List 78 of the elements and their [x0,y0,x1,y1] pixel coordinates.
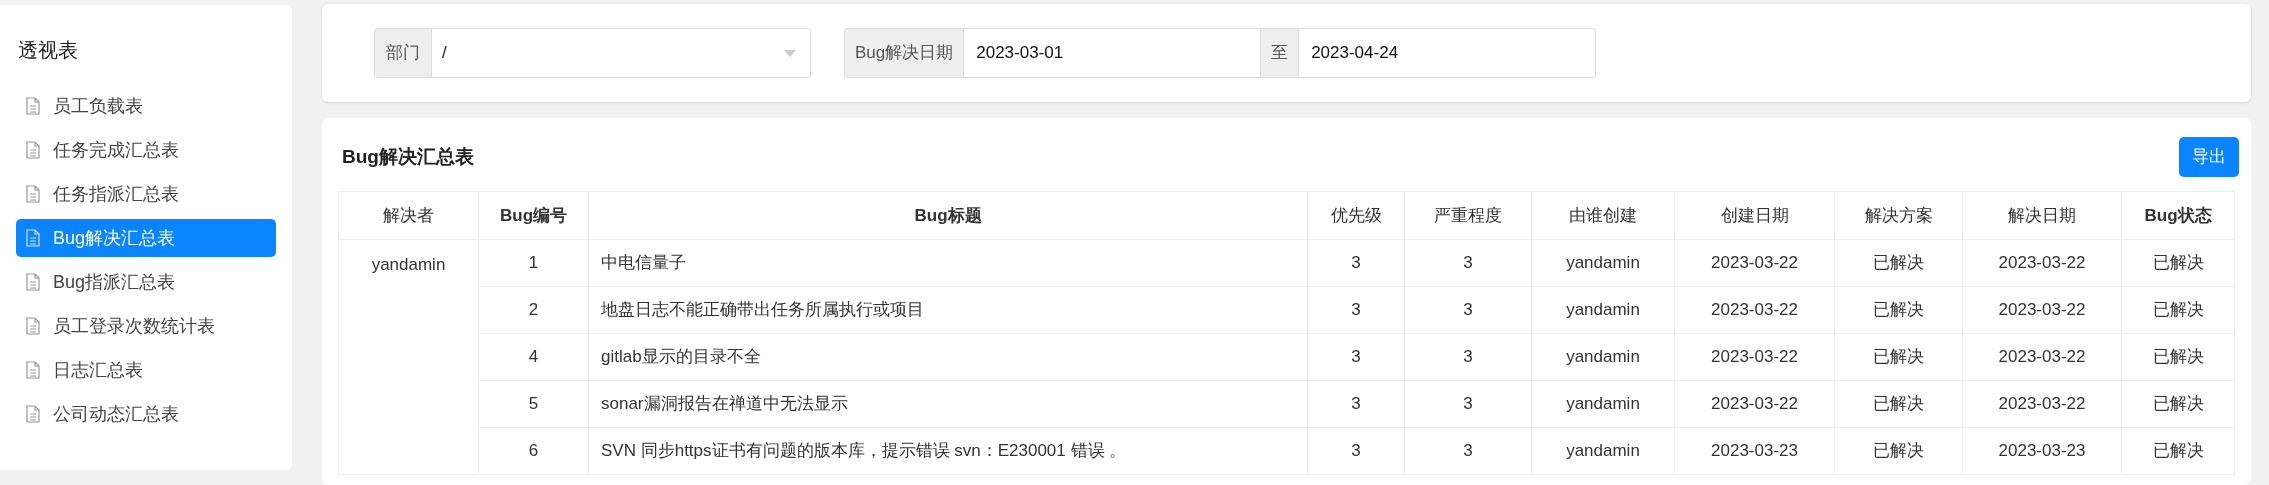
sidebar-item[interactable]: 员工负载表 [16,87,276,125]
sidebar-item[interactable]: 任务完成汇总表 [16,131,276,169]
table-cell: 已解决 [1834,427,1963,475]
table-cell: yandamin [1531,333,1675,381]
sidebar-item[interactable]: 公司动态汇总表 [16,395,276,433]
table-cell: 3 [1404,427,1532,475]
column-header: 解决日期 [1962,191,2122,240]
table-cell: 3 [1307,286,1405,334]
table-cell: 1 [478,239,589,287]
table-cell: 2023-03-22 [1962,333,2122,381]
table-cell: 已解决 [1834,380,1963,428]
column-header: Bug编号 [478,191,589,240]
date-range-field[interactable]: Bug解决日期 2023-03-01 至 2023-04-24 [844,28,1596,78]
table-cell: 3 [1307,239,1405,287]
table-cell: 2023-03-23 [1674,427,1835,475]
column-header: 严重程度 [1404,191,1532,240]
table-cell: 已解决 [1834,333,1963,381]
sidebar-item[interactable]: Bug解决汇总表 [16,219,276,257]
report-title: Bug解决汇总表 [342,144,474,169]
table-cell: 2023-03-22 [1674,380,1835,428]
table-cell: yandamin [1531,380,1675,428]
document-icon [26,141,40,159]
column-header: Bug状态 [2121,191,2235,240]
document-icon [26,273,40,291]
table-cell: 地盘日志不能正确带出任务所属执行或项目 [588,286,1308,334]
table-cell: 3 [1404,239,1532,287]
document-icon [26,97,40,115]
table-cell: 中电信量子 [588,239,1308,287]
document-icon [26,185,40,203]
table-cell: 4 [478,333,589,381]
table-cell: SVN 同步https证书有问题的版本库，提示错误 svn：E230001 错误 。 [588,427,1308,475]
column-header: 优先级 [1307,191,1405,240]
table-cell: 3 [1307,380,1405,428]
sidebar-item[interactable]: Bug指派汇总表 [16,263,276,301]
table-cell: 已解决 [1834,286,1963,334]
table-cell: 2023-03-22 [1674,286,1835,334]
table-cell: 2023-03-22 [1962,239,2122,287]
table-cell: 2023-03-23 [1962,427,2122,475]
table-cell: 3 [1404,380,1532,428]
table-cell: 已解决 [2121,286,2235,334]
export-button[interactable]: 导出 [2179,137,2239,177]
table-cell: 2023-03-22 [1962,286,2122,334]
document-icon [26,317,40,335]
table-cell: 6 [478,427,589,475]
table-cell: 2023-03-22 [1962,380,2122,428]
table-cell: 2023-03-22 [1674,239,1835,287]
table-cell: sonar漏洞报告在禅道中无法显示 [588,380,1308,428]
table-cell: 3 [1307,427,1405,475]
table-cell: 3 [1307,333,1405,381]
table-cell: yandamin [1531,427,1675,475]
table-cell: yandamin [338,239,479,475]
sidebar-item[interactable]: 任务指派汇总表 [16,175,276,213]
table-cell: 已解决 [2121,380,2235,428]
table-cell: yandamin [1531,286,1675,334]
column-header: 由谁创建 [1531,191,1675,240]
table-cell: 已解决 [1834,239,1963,287]
department-select[interactable]: 部门 / [374,28,811,78]
column-header: 创建日期 [1674,191,1835,240]
document-icon [26,361,40,379]
document-icon [26,405,40,423]
column-header: 解决方案 [1834,191,1963,240]
table-cell: 2023-03-22 [1674,333,1835,381]
table-cell: 3 [1404,286,1532,334]
sidebar-item[interactable]: 员工登录次数统计表 [16,307,276,345]
table-cell: 已解决 [2121,239,2235,287]
table-cell: 3 [1404,333,1532,381]
table-cell: 5 [478,380,589,428]
dropdown-caret-icon [784,49,796,57]
table-cell: 2 [478,286,589,334]
sidebar-title: 透视表 [17,38,79,63]
table-cell: yandamin [1531,239,1675,287]
table-cell: gitlab显示的目录不全 [588,333,1308,381]
column-header: Bug标题 [588,191,1308,240]
table-cell: 已解决 [2121,333,2235,381]
document-icon [26,229,40,247]
column-header: 解决者 [338,191,479,240]
sidebar-item[interactable]: 日志汇总表 [16,351,276,389]
table-cell: 已解决 [2121,427,2235,475]
